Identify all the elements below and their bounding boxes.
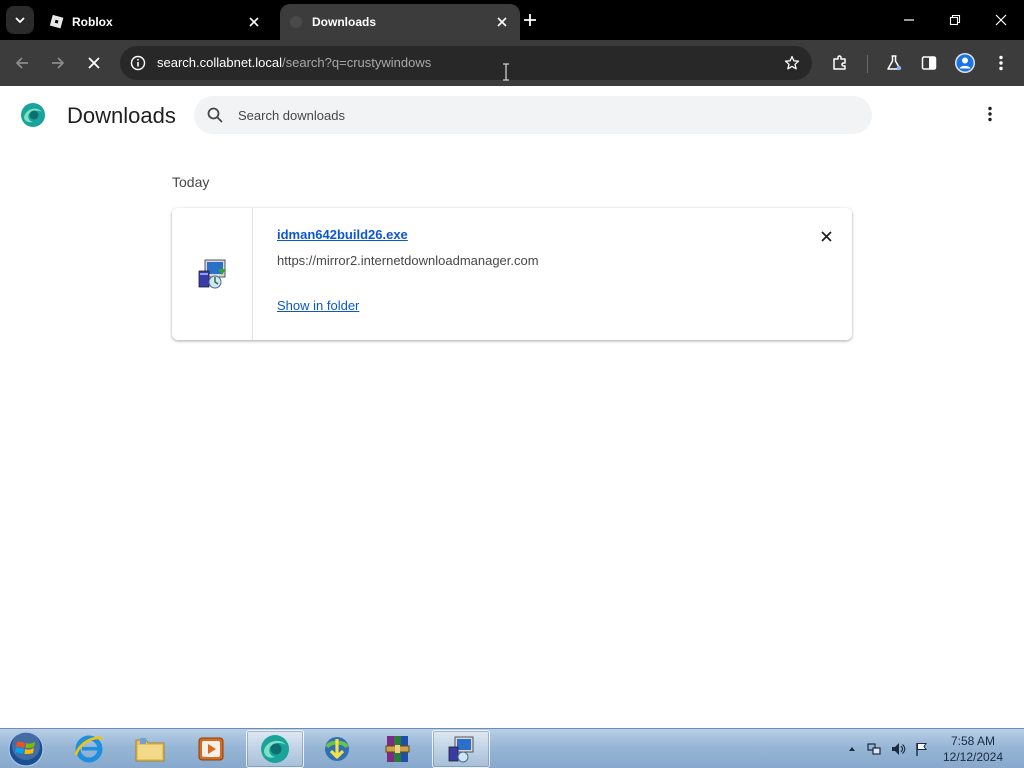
tab-downloads[interactable]: Downloads bbox=[280, 4, 520, 40]
restore-button[interactable] bbox=[932, 0, 978, 40]
side-panel-icon bbox=[921, 56, 937, 70]
installer-file-icon bbox=[198, 259, 226, 289]
browser-toolbar: search.collabnet.local/search?q=crustywi… bbox=[0, 40, 1024, 86]
close-icon bbox=[497, 17, 507, 27]
close-tab-button[interactable] bbox=[492, 12, 512, 32]
minimize-button[interactable] bbox=[886, 0, 932, 40]
close-tab-button[interactable] bbox=[244, 12, 264, 32]
extensions-button[interactable] bbox=[825, 48, 855, 78]
more-vert-icon bbox=[999, 55, 1003, 71]
remove-download-button[interactable] bbox=[814, 224, 838, 248]
text-cursor-icon bbox=[503, 63, 509, 81]
flask-icon bbox=[887, 55, 902, 71]
search-box[interactable] bbox=[194, 96, 872, 134]
tab-title: Downloads bbox=[312, 15, 377, 29]
taskbar: 7:58 AM 12/12/2024 bbox=[0, 728, 1024, 768]
start-button[interactable] bbox=[6, 730, 46, 768]
puzzle-icon bbox=[833, 55, 846, 70]
taskbar-internet-explorer[interactable] bbox=[60, 730, 118, 768]
file-source-url: https://mirror2.internetdownloadmanager.… bbox=[277, 253, 539, 268]
system-clock[interactable]: 7:58 AM 12/12/2024 bbox=[938, 733, 1008, 765]
internet-explorer-icon bbox=[74, 735, 103, 763]
profile-button[interactable] bbox=[950, 48, 980, 78]
stop-loading-button[interactable] bbox=[79, 48, 109, 78]
restore-icon bbox=[949, 14, 961, 26]
taskbar-browser[interactable] bbox=[246, 730, 304, 768]
show-in-folder-link[interactable]: Show in folder bbox=[277, 298, 359, 313]
show-hidden-icons-button[interactable] bbox=[844, 741, 860, 757]
downloads-menu-button[interactable] bbox=[978, 102, 1002, 126]
taskbar-setup[interactable] bbox=[432, 730, 490, 768]
back-button[interactable] bbox=[7, 48, 37, 78]
media-player-icon bbox=[198, 737, 224, 761]
taskbar-file-explorer[interactable] bbox=[121, 730, 179, 768]
browser-icon bbox=[261, 735, 289, 763]
clock-date: 12/12/2024 bbox=[942, 750, 1004, 764]
avatar-icon bbox=[955, 53, 975, 73]
plus-icon bbox=[524, 14, 536, 26]
tab-search-button[interactable] bbox=[6, 6, 34, 34]
volume-tray-icon[interactable] bbox=[890, 741, 906, 757]
bookmark-star-icon[interactable] bbox=[782, 53, 802, 73]
url-text[interactable]: search.collabnet.local/search?q=crustywi… bbox=[157, 55, 431, 70]
chevron-down-icon bbox=[15, 17, 25, 24]
date-group-label: Today bbox=[172, 174, 210, 190]
close-icon bbox=[820, 230, 832, 242]
clock-time: 7:58 AM bbox=[950, 734, 996, 748]
file-explorer-icon bbox=[135, 738, 165, 762]
arrow-left-icon bbox=[15, 57, 28, 69]
taskbar-winrar[interactable] bbox=[369, 730, 427, 768]
close-icon bbox=[249, 17, 259, 27]
close-icon bbox=[88, 57, 100, 69]
chevron-up-icon bbox=[849, 747, 855, 751]
winrar-icon bbox=[385, 736, 410, 762]
idm-icon bbox=[325, 737, 349, 761]
taskbar-media-player[interactable] bbox=[182, 730, 240, 768]
browser-menu-button[interactable] bbox=[986, 48, 1016, 78]
arrow-right-icon bbox=[52, 57, 65, 69]
minimize-icon bbox=[904, 19, 914, 21]
forward-button[interactable] bbox=[43, 48, 73, 78]
action-center-tray-icon[interactable] bbox=[914, 741, 930, 757]
site-info-icon[interactable] bbox=[128, 53, 148, 73]
roblox-icon bbox=[49, 14, 64, 29]
network-tray-icon[interactable] bbox=[866, 741, 882, 757]
file-name-link[interactable]: idman642build26.exe bbox=[277, 227, 408, 242]
search-icon bbox=[207, 107, 223, 123]
close-icon bbox=[995, 14, 1007, 26]
browser-logo-icon bbox=[21, 103, 45, 127]
tab-roblox[interactable]: Roblox bbox=[40, 4, 272, 40]
taskbar-idm[interactable] bbox=[308, 730, 366, 768]
file-icon-column bbox=[172, 208, 253, 340]
address-bar[interactable]: search.collabnet.local/search?q=crustywi… bbox=[120, 46, 812, 80]
downloads-header: Downloads bbox=[0, 86, 1024, 144]
page-title: Downloads bbox=[67, 103, 176, 128]
downloads-icon bbox=[290, 16, 302, 28]
close-window-button[interactable] bbox=[978, 0, 1024, 40]
tab-strip: Roblox Downloads bbox=[0, 0, 1024, 40]
search-input[interactable] bbox=[238, 96, 838, 134]
new-tab-button[interactable] bbox=[518, 8, 542, 32]
download-item: idman642build26.exe https://mirror2.inte… bbox=[172, 208, 852, 340]
side-panel-button[interactable] bbox=[914, 48, 944, 78]
labs-button[interactable] bbox=[879, 48, 909, 78]
more-vert-icon bbox=[988, 106, 992, 122]
windows-logo-icon bbox=[8, 731, 44, 767]
setup-icon bbox=[448, 736, 474, 763]
tab-title: Roblox bbox=[72, 15, 113, 29]
url-host: search.collabnet.local bbox=[157, 55, 283, 70]
toolbar-divider bbox=[867, 55, 868, 73]
url-path: /search?q=crustywindows bbox=[282, 55, 432, 70]
